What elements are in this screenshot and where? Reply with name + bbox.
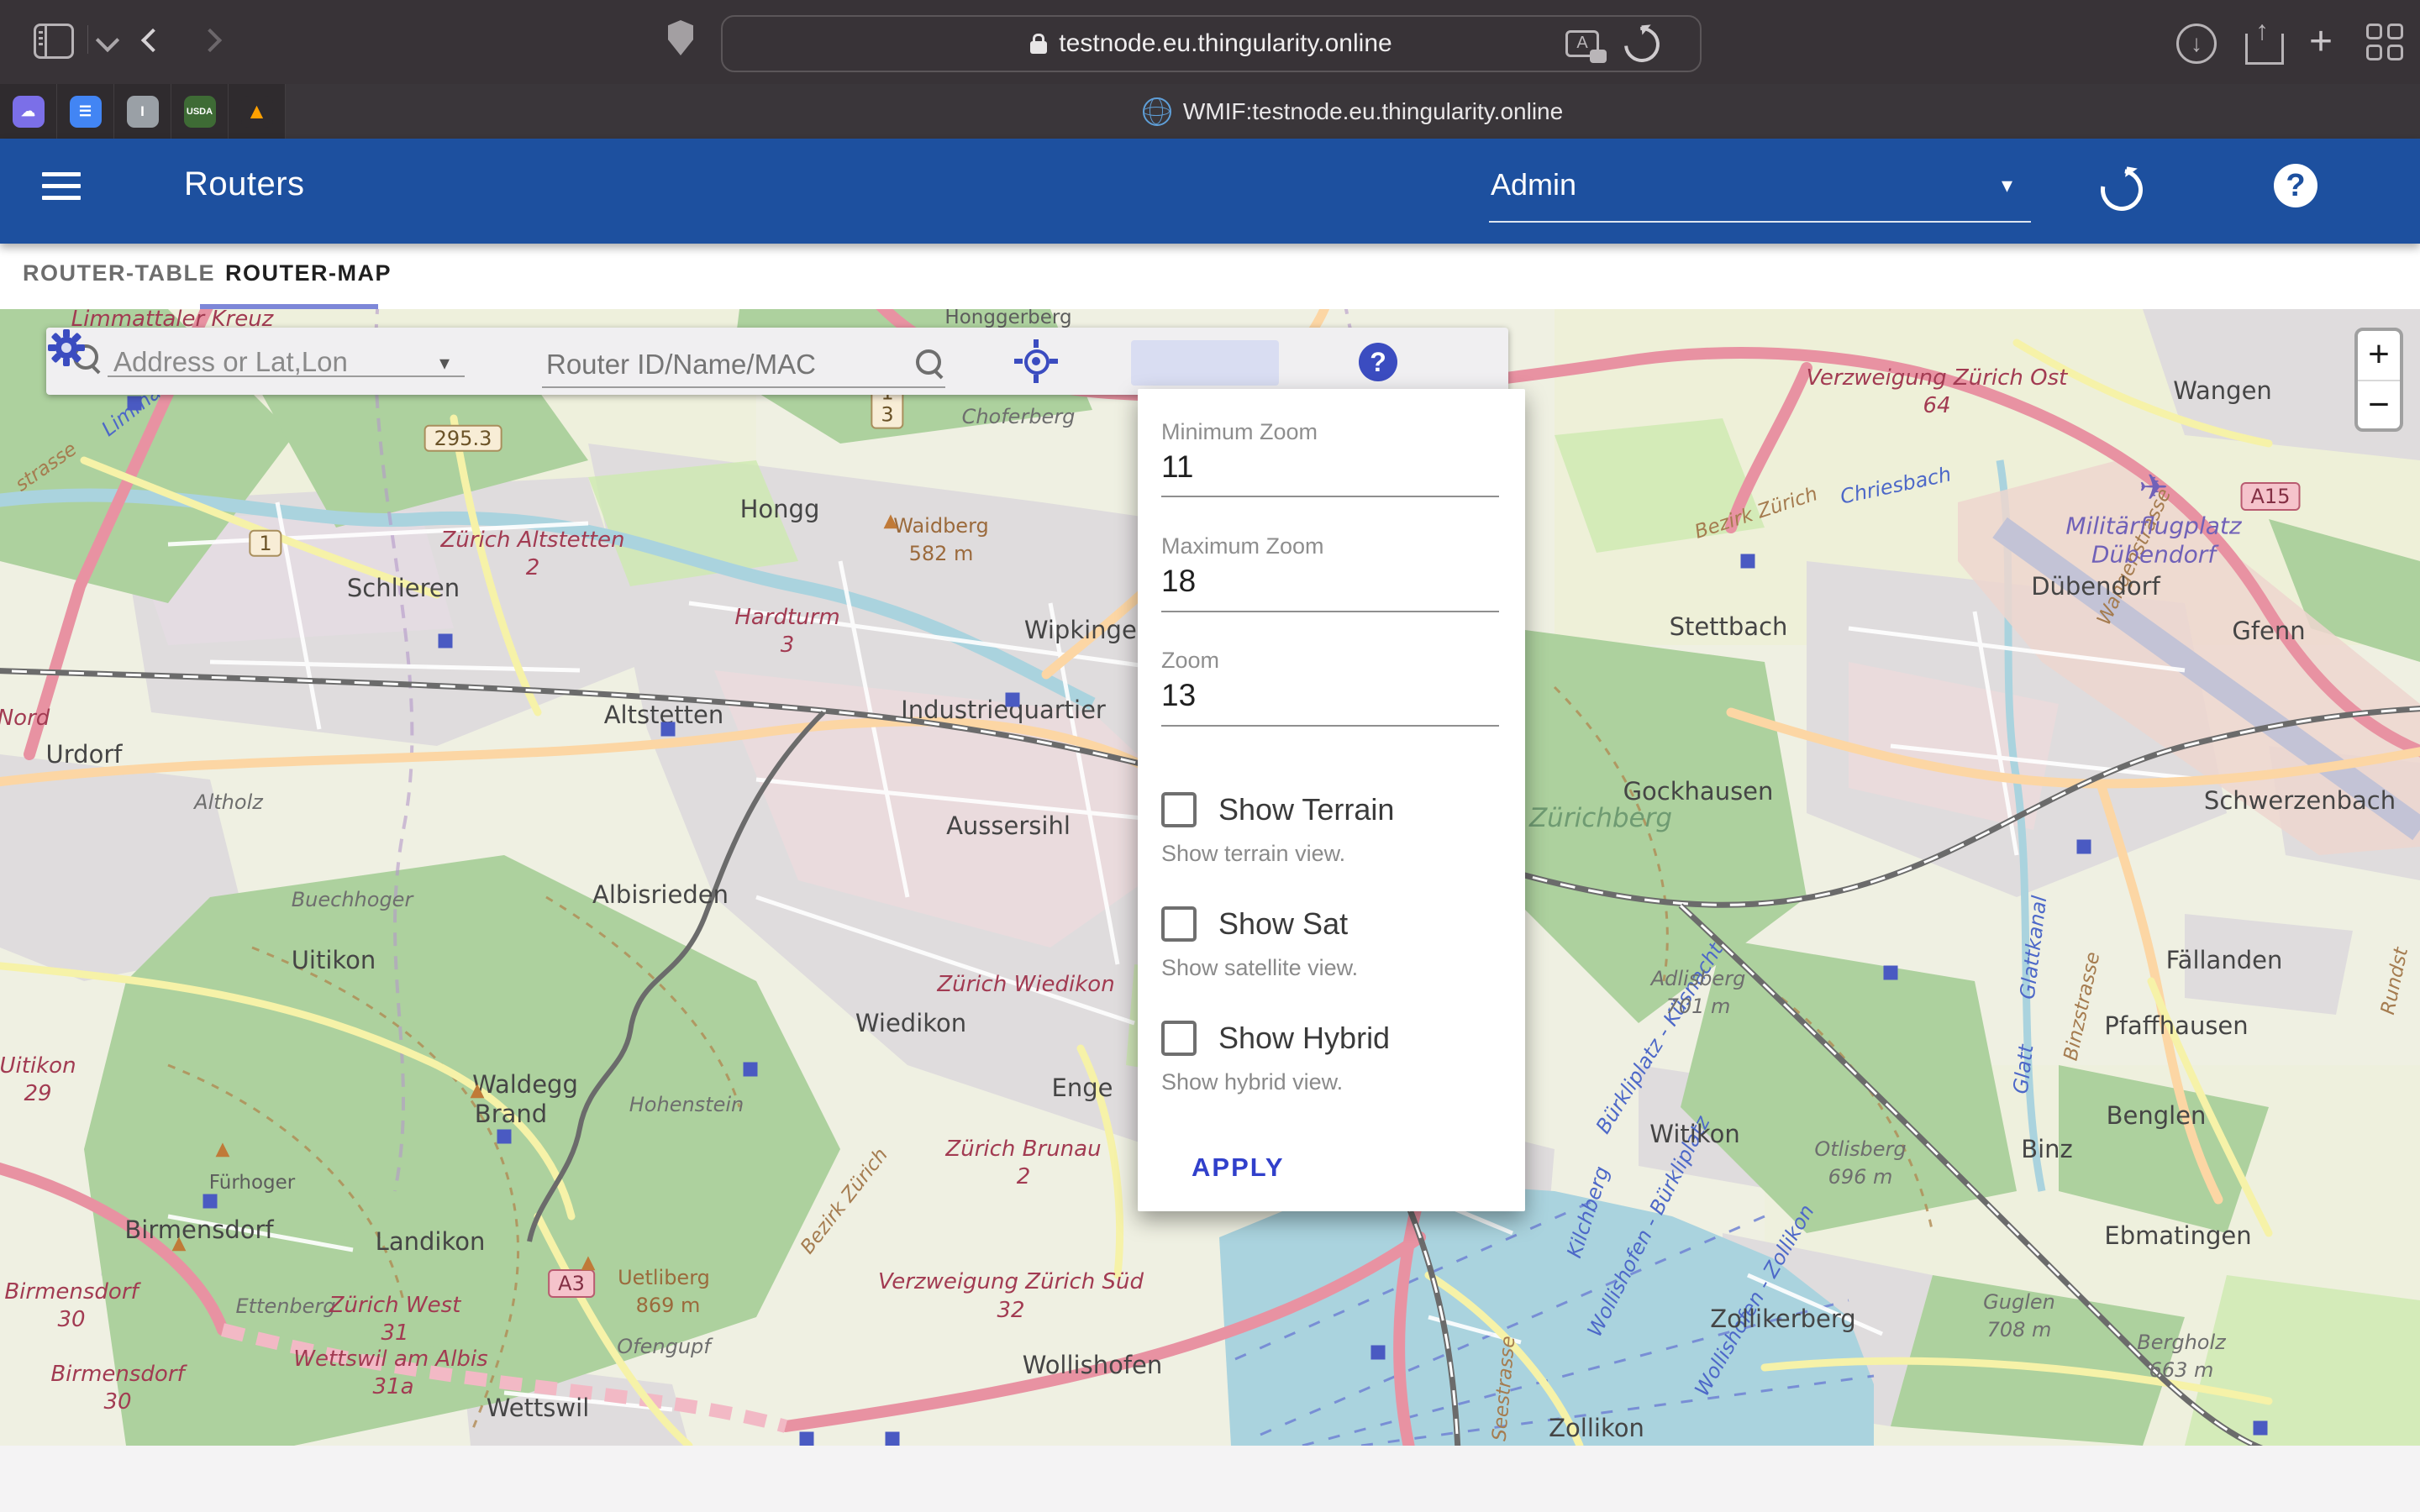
router-underline (542, 386, 945, 388)
show-sat-checkbox[interactable]: Show Sat (1161, 906, 1348, 942)
terrain-helper-text: Show terrain view. (1161, 841, 1345, 867)
router-marker[interactable] (661, 722, 676, 737)
icloud-favicon[interactable]: ☁ (0, 84, 57, 139)
sidebar-toggle-icon[interactable] (34, 24, 74, 59)
checkbox-icon[interactable] (1161, 1021, 1197, 1056)
my-location-icon[interactable] (1013, 338, 1060, 385)
forward-icon (198, 29, 222, 52)
zoom-value[interactable]: 13 (1161, 678, 1196, 713)
router-marker[interactable] (1741, 554, 1755, 569)
router-marker[interactable] (439, 634, 453, 648)
browser-toolbar: testnode.eu.thingularity.online A ↓ + (0, 0, 2420, 84)
lock-icon (1030, 41, 1047, 54)
tab-router-table[interactable]: ROUTER-TABLE (23, 260, 215, 286)
active-tab-indicator (200, 304, 378, 309)
chevron-down-icon[interactable] (96, 29, 119, 52)
address-bar[interactable]: testnode.eu.thingularity.online A (721, 15, 1702, 72)
max-zoom-value[interactable]: 18 (1161, 564, 1196, 599)
user-role-value: Admin (1491, 167, 1576, 202)
zoom-out-button[interactable]: − (2358, 381, 2400, 430)
max-zoom-label: Maximum Zoom (1161, 533, 1324, 559)
hybrid-helper-text: Show hybrid view. (1161, 1069, 1343, 1095)
zoom-label: Zoom (1161, 648, 1219, 674)
page-title: Routers (184, 165, 305, 203)
page-footer (0, 1446, 2420, 1512)
downloads-icon[interactable]: ↓ (2176, 24, 2217, 64)
reload-icon[interactable] (1617, 19, 1666, 69)
select-caret-icon: ▾ (2002, 172, 2012, 198)
menu-icon[interactable] (42, 172, 81, 207)
url-text[interactable]: testnode.eu.thingularity.online (1059, 29, 1392, 58)
firebase-favicon[interactable]: ▲ (229, 84, 286, 139)
tab-overview-icon[interactable] (2366, 24, 2403, 60)
usda-favicon[interactable]: USDA (171, 84, 229, 139)
active-browser-tab[interactable]: WMIF:testnode.eu.thingularity.online (286, 84, 2420, 139)
map-zoom-control: + − (2354, 328, 2403, 432)
divider (87, 25, 88, 54)
pill-favicon[interactable]: I (114, 84, 171, 139)
tab-strip: ☁ ☰ I USDA ▲ WMIF:testnode.eu.thingulari… (0, 84, 2420, 139)
router-marker[interactable] (1371, 1346, 1386, 1360)
select-underline (1489, 221, 2031, 223)
map-help-icon[interactable]: ? (1359, 343, 1397, 381)
show-terrain-checkbox[interactable]: Show Terrain (1161, 792, 1394, 827)
privacy-shield-icon[interactable] (668, 20, 693, 55)
min-zoom-value[interactable]: 11 (1161, 449, 1193, 485)
globe-icon (1143, 97, 1171, 126)
share-icon[interactable] (2245, 34, 2284, 65)
tab-title: WMIF:testnode.eu.thingularity.online (1183, 98, 1563, 125)
user-role-select[interactable]: Admin ▾ (1489, 157, 2031, 211)
router-marker[interactable] (2077, 840, 2091, 854)
map-settings-panel: Minimum Zoom 11 Maximum Zoom 18 Zoom 13 … (1138, 389, 1525, 1211)
new-tab-icon[interactable]: + (2309, 24, 2333, 60)
apply-button[interactable]: APPLY (1186, 1152, 1290, 1184)
back-icon[interactable] (141, 29, 165, 52)
settings-gear-icon[interactable] (46, 328, 87, 368)
checkbox-icon[interactable] (1161, 906, 1197, 942)
settings-button-highlight (1131, 340, 1279, 386)
sat-helper-text: Show satellite view. (1161, 955, 1358, 981)
router-marker[interactable] (128, 396, 142, 411)
router-marker[interactable] (1006, 693, 1020, 707)
router-tab-row: ROUTER-TABLE ROUTER-MAP (0, 244, 2420, 309)
show-hybrid-checkbox[interactable]: Show Hybrid (1161, 1021, 1390, 1056)
router-marker[interactable] (744, 1063, 758, 1077)
checkbox-icon[interactable] (1161, 792, 1197, 827)
router-marker[interactable] (1884, 966, 1898, 980)
address-mode-select[interactable]: Address or Lat,Lon (113, 346, 348, 378)
tab-router-map[interactable]: ROUTER-MAP (225, 260, 392, 286)
router-marker[interactable] (203, 1194, 218, 1209)
router-marker[interactable] (886, 1432, 900, 1446)
docs-favicon[interactable]: ☰ (57, 84, 114, 139)
app-bar: Routers Admin ▾ ? (0, 139, 2420, 244)
router-marker[interactable] (497, 1130, 512, 1144)
router-marker[interactable] (2254, 1421, 2268, 1436)
router-marker[interactable] (800, 1432, 814, 1446)
map-search-toolbar: Address or Lat,Lon ▾ (46, 328, 1508, 395)
zoom-in-button[interactable]: + (2358, 331, 2400, 380)
refresh-icon[interactable] (2092, 160, 2151, 219)
address-caret-icon: ▾ (439, 351, 450, 375)
router-search-icon[interactable] (916, 349, 941, 375)
router-search-input[interactable] (544, 348, 909, 381)
translate-icon[interactable]: A (1565, 30, 1599, 57)
screen: testnode.eu.thingularity.online A ↓ + ☁ … (0, 0, 2420, 1512)
min-zoom-label: Minimum Zoom (1161, 419, 1318, 445)
address-underline (108, 375, 465, 377)
map-canvas[interactable]: HonggerbergLimmattaler Kreuz59295.3Chofe… (0, 309, 2420, 1446)
appbar-help-icon[interactable]: ? (2274, 164, 2317, 207)
